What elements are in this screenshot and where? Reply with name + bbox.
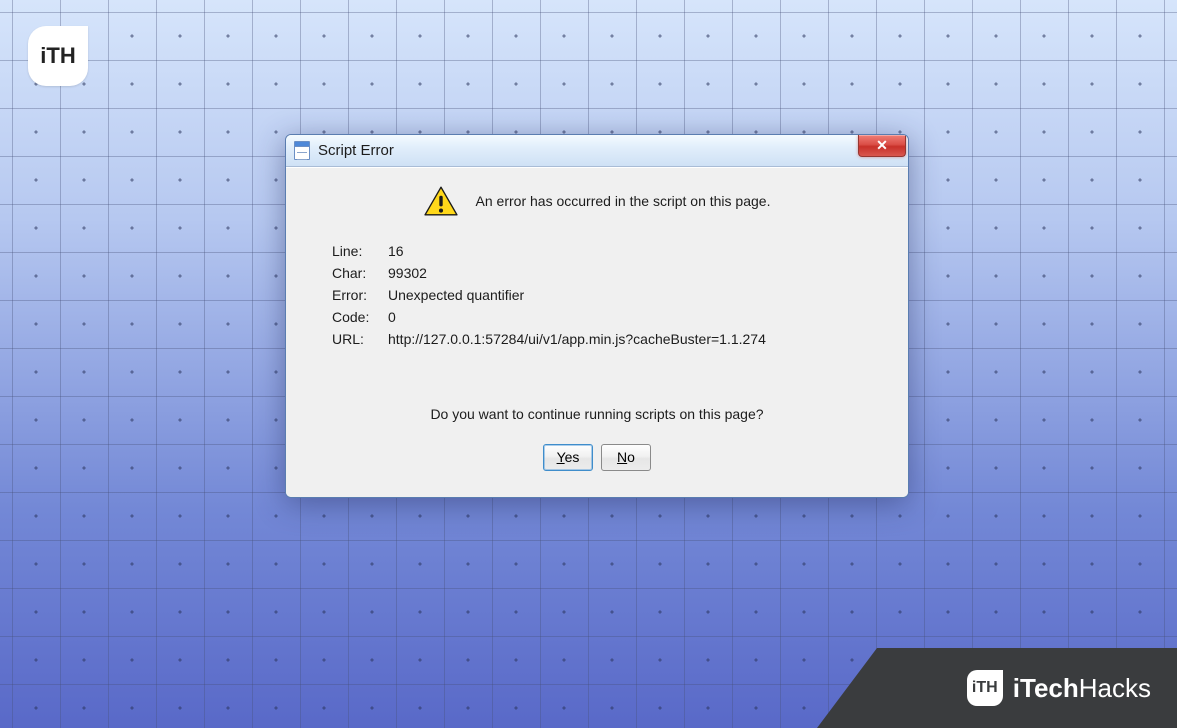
yes-button[interactable]: Yes bbox=[543, 444, 593, 471]
code-label: Code: bbox=[332, 306, 388, 328]
watermark-banner: iTH iTechHacks bbox=[817, 648, 1177, 728]
no-accelerator: N bbox=[617, 449, 627, 465]
error-details-table: Line: 16 Char: 99302 Error: Unexpected q… bbox=[332, 240, 774, 350]
close-button[interactable]: ✕ bbox=[858, 135, 906, 157]
close-icon: ✕ bbox=[876, 137, 888, 154]
yes-accelerator: Y bbox=[557, 449, 565, 465]
detail-row-line: Line: 16 bbox=[332, 240, 774, 262]
watermark-logo-top: iTH bbox=[28, 26, 88, 86]
no-rest: o bbox=[627, 449, 635, 465]
url-label: URL: bbox=[332, 328, 388, 350]
code-value: 0 bbox=[388, 306, 774, 328]
dialog-body: An error has occurred in the script on t… bbox=[286, 167, 908, 497]
script-error-dialog: Script Error ✕ An error has occurred in … bbox=[285, 134, 909, 498]
detail-row-url: URL: http://127.0.0.1:57284/ui/v1/app.mi… bbox=[332, 328, 774, 350]
watermark-banner-text: iTechHacks bbox=[1013, 673, 1151, 704]
watermark-text-light: Hacks bbox=[1079, 673, 1151, 703]
url-value: http://127.0.0.1:57284/ui/v1/app.min.js?… bbox=[388, 328, 774, 350]
line-value: 16 bbox=[388, 240, 774, 262]
yes-rest: es bbox=[565, 449, 580, 465]
dialog-title: Script Error bbox=[318, 142, 394, 159]
watermark-banner-logo: iTH bbox=[967, 670, 1003, 706]
line-label: Line: bbox=[332, 240, 388, 262]
error-value: Unexpected quantifier bbox=[388, 284, 774, 306]
detail-row-code: Code: 0 bbox=[332, 306, 774, 328]
continue-question: Do you want to continue running scripts … bbox=[312, 406, 882, 422]
detail-row-char: Char: 99302 bbox=[332, 262, 774, 284]
no-button[interactable]: No bbox=[601, 444, 651, 471]
warning-icon bbox=[424, 186, 458, 216]
char-label: Char: bbox=[332, 262, 388, 284]
dialog-buttons: Yes No bbox=[312, 444, 882, 475]
dialog-titlebar[interactable]: Script Error ✕ bbox=[286, 135, 908, 167]
error-label: Error: bbox=[332, 284, 388, 306]
detail-row-error: Error: Unexpected quantifier bbox=[332, 284, 774, 306]
char-value: 99302 bbox=[388, 262, 774, 284]
error-message: An error has occurred in the script on t… bbox=[476, 193, 771, 209]
watermark-text-bold: iTech bbox=[1013, 673, 1079, 703]
warning-row: An error has occurred in the script on t… bbox=[312, 186, 882, 216]
document-icon bbox=[294, 141, 310, 160]
